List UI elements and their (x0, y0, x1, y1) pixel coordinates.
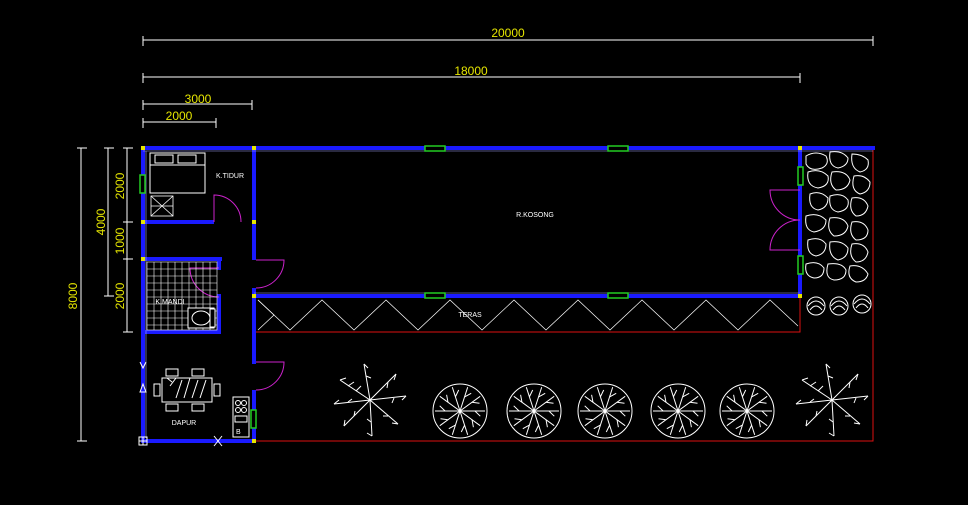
round-tree-icon (719, 383, 775, 439)
terrace-hatch (257, 299, 799, 331)
dim-bedroom-width: 2000 (166, 109, 193, 123)
bed-icon (149, 152, 206, 194)
dim-building-length: 18000 (454, 64, 488, 78)
label-empty-room: R.KOSONG (516, 212, 554, 219)
label-bathroom: K.MANDI (155, 299, 184, 306)
label-bedroom: K.TIDUR (216, 173, 244, 180)
entry-arrows (138, 361, 223, 447)
dim-bedroom-depth: 2000 (113, 172, 127, 199)
stove-icon: B (232, 396, 250, 438)
svg-text:B: B (236, 429, 241, 436)
floor-plan-drawing: 20000 18000 3000 2000 8000 4000 2000 100… (66, 26, 875, 447)
palm-tree-icon (333, 363, 407, 437)
wardrobe-icon (150, 195, 174, 217)
windows (139, 145, 804, 429)
label-terrace: TERAS (458, 312, 482, 319)
round-tree-icon (577, 383, 633, 439)
doors (189, 189, 801, 391)
dim-total-length: 20000 (491, 26, 525, 40)
dining-table-icon (153, 368, 221, 412)
label-kitchen: DAPUR (172, 420, 197, 427)
dim-bathroom-depth: 2000 (113, 282, 127, 309)
round-trees (432, 383, 775, 439)
palm-tree-icon (795, 363, 869, 437)
round-tree-icon (432, 383, 488, 439)
dim-total-depth: 8000 (66, 282, 80, 309)
toilet-icon (187, 307, 216, 329)
shrub-icon (806, 294, 872, 316)
dim-left-width: 3000 (185, 92, 212, 106)
stone-paving-icon (805, 151, 871, 283)
round-tree-icon (650, 383, 706, 439)
round-tree-icon (506, 383, 562, 439)
dim-corridor-depth: 1000 (113, 227, 127, 254)
dim-left-depth: 4000 (94, 208, 108, 235)
dimension-lines-top (142, 36, 874, 128)
